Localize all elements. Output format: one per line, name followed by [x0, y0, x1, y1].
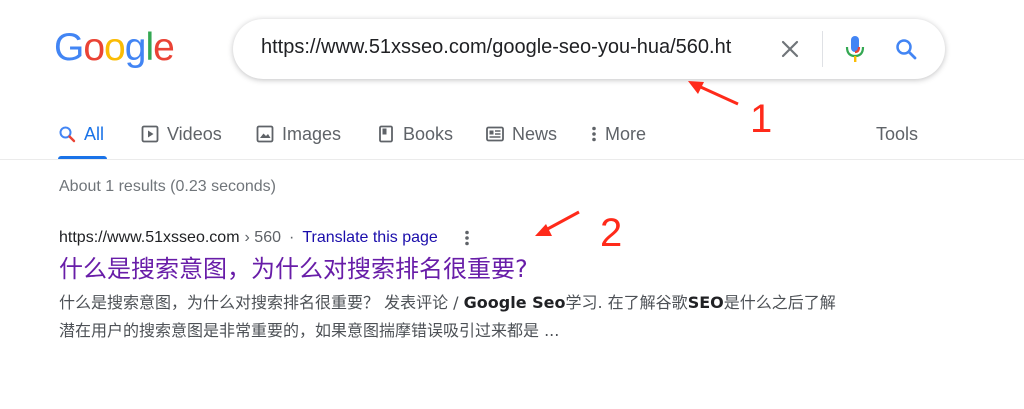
google-logo[interactable]: Google [54, 26, 175, 70]
tab-label: News [512, 123, 558, 144]
logo-letter: g [124, 26, 147, 69]
search-box[interactable]: https://www.51xsseo.com/google-seo-you-h… [233, 19, 945, 79]
book-icon [379, 125, 393, 143]
tab-tools[interactable]: Tools [876, 110, 918, 158]
news-icon [486, 126, 504, 142]
search-tabs: All Videos Images Books News More Tools [0, 110, 1024, 160]
more-vert-icon [592, 126, 596, 142]
logo-letter: e [153, 26, 175, 69]
result-snippet: 什么是搜索意图，为什么对搜索排名很重要？ 发表评论 / Google Seo学习… [59, 289, 849, 345]
search-result: https://www.51xsseo.com › 560 · Translat… [59, 229, 859, 345]
search-input[interactable]: https://www.51xsseo.com/google-seo-you-h… [261, 36, 761, 59]
search-icon[interactable] [894, 37, 918, 61]
tab-images[interactable]: Images [256, 110, 341, 158]
search-divider [822, 31, 823, 67]
annotation-arrow-2 [535, 210, 580, 236]
snippet-text: 学习. 在了解谷歌 [565, 293, 688, 312]
snippet-highlight: Google Seo [463, 293, 566, 312]
tab-videos[interactable]: Videos [141, 110, 222, 158]
tab-label: Tools [876, 123, 919, 144]
tab-label: All [84, 123, 105, 144]
tab-label: More [605, 123, 647, 144]
tab-all[interactable]: All [58, 110, 104, 158]
cite-separator: · [288, 229, 295, 246]
snippet-text: 什么是搜索意图，为什么对搜索排名很重要？ 发表评论 / [59, 293, 464, 312]
result-url[interactable]: https://www.51xsseo.com [59, 229, 240, 247]
result-title-link[interactable]: 什么是搜索意图，为什么对搜索排名很重要? [59, 253, 859, 285]
logo-letter: l [145, 26, 154, 69]
result-stats: About 1 results (0.23 seconds) [59, 178, 277, 195]
translate-link[interactable]: Translate this page [302, 229, 437, 247]
more-vert-icon[interactable] [458, 229, 476, 247]
header-divider [0, 159, 1024, 160]
logo-letter: o [83, 26, 105, 69]
snippet-highlight: SEO [687, 293, 724, 312]
tab-label: Books [403, 123, 454, 144]
play-icon [141, 125, 159, 143]
tab-more[interactable]: More [589, 110, 646, 158]
close-icon[interactable] [778, 37, 802, 61]
tab-label: Videos [167, 123, 222, 144]
result-breadcrumb: › 560 [244, 229, 281, 246]
result-cite: https://www.51xsseo.com › 560 · Translat… [59, 229, 859, 247]
tab-books[interactable]: Books [377, 110, 453, 158]
search-icon [59, 126, 76, 143]
logo-letter: G [54, 26, 84, 69]
image-icon [256, 125, 274, 143]
microphone-icon[interactable] [843, 34, 867, 64]
logo-letter: o [104, 26, 126, 69]
tab-label: Images [282, 123, 342, 144]
tab-news[interactable]: News [486, 110, 557, 158]
